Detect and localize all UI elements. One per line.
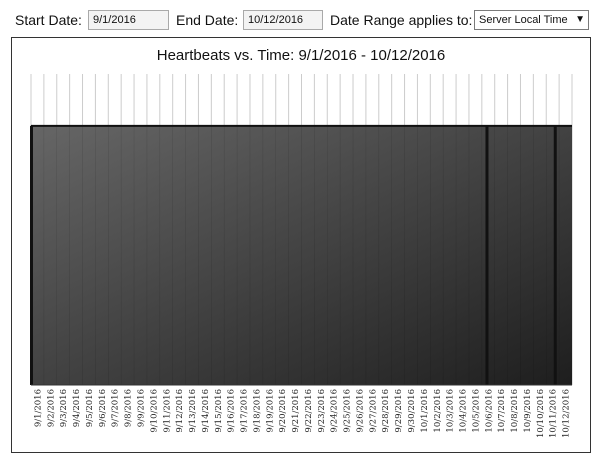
x-tick-label: 9/13/2016 bbox=[188, 389, 198, 433]
x-tick-label: 10/11/2016 bbox=[549, 389, 559, 438]
x-tick-label: 9/8/2016 bbox=[124, 389, 134, 427]
date-range-applies-label: Date Range applies to: bbox=[330, 12, 473, 28]
x-tick-label: 9/20/2016 bbox=[278, 389, 288, 433]
end-date-label: End Date: bbox=[176, 12, 239, 28]
x-tick-label: 9/18/2016 bbox=[252, 389, 262, 433]
x-tick-label: 9/30/2016 bbox=[407, 389, 417, 433]
x-tick-label: 10/9/2016 bbox=[523, 389, 533, 433]
x-tick-label: 10/10/2016 bbox=[536, 389, 546, 438]
heartbeats-chart: Heartbeats vs. Time: 9/1/2016 - 10/12/20… bbox=[11, 37, 591, 453]
date-range-controls: Start Date: 9/1/2016 End Date: 10/12/201… bbox=[0, 0, 595, 36]
x-tick-label: 10/1/2016 bbox=[420, 389, 430, 433]
chart-plot-area: 9/1/2016 9/2/2016 9/3/2016 9/4/2016 9/5/2016… bbox=[30, 74, 573, 438]
start-date-input[interactable]: 9/1/2016 bbox=[88, 10, 169, 30]
x-tick-label: 9/9/2016 bbox=[136, 389, 146, 427]
x-tick-label: 9/4/2016 bbox=[72, 389, 82, 427]
x-tick-label: 9/2/2016 bbox=[46, 389, 56, 427]
x-tick-label: 9/10/2016 bbox=[149, 389, 159, 433]
x-tick-label: 9/29/2016 bbox=[394, 389, 404, 433]
x-tick-label: 9/12/2016 bbox=[175, 389, 185, 433]
x-tick-label: 9/15/2016 bbox=[214, 389, 224, 433]
x-tick-label: 10/8/2016 bbox=[510, 389, 520, 433]
x-tick-label: 10/3/2016 bbox=[446, 389, 456, 433]
bar-series bbox=[30, 125, 573, 386]
date-range-timezone-select[interactable]: Server Local Time ▼ bbox=[474, 10, 589, 30]
x-tick-label: 9/11/2016 bbox=[162, 389, 172, 433]
x-tick-label: 9/27/2016 bbox=[368, 389, 378, 433]
x-tick-label: 10/12/2016 bbox=[562, 389, 572, 438]
x-tick-label: 9/21/2016 bbox=[291, 389, 301, 433]
x-tick-label: 10/6/2016 bbox=[484, 389, 494, 433]
x-tick-label: 9/19/2016 bbox=[265, 389, 275, 433]
x-tick-label: 9/14/2016 bbox=[201, 389, 211, 433]
date-range-timezone-value: Server Local Time bbox=[479, 14, 568, 26]
x-tick-label: 9/16/2016 bbox=[227, 389, 237, 433]
x-tick-label: 9/17/2016 bbox=[240, 389, 250, 433]
x-tick-label: 9/23/2016 bbox=[317, 389, 327, 433]
dropdown-arrow-icon: ▼ bbox=[575, 14, 585, 25]
x-tick-label: 9/28/2016 bbox=[381, 389, 391, 433]
x-tick-label: 9/22/2016 bbox=[304, 389, 314, 433]
x-tick-label: 10/7/2016 bbox=[497, 389, 507, 433]
x-tick-label: 9/1/2016 bbox=[33, 389, 43, 427]
x-tick-label: 9/25/2016 bbox=[343, 389, 353, 433]
x-tick-label: 9/5/2016 bbox=[85, 389, 95, 427]
x-tick-label: 10/5/2016 bbox=[471, 389, 481, 433]
x-tick-label: 9/7/2016 bbox=[111, 389, 121, 427]
x-tick-label: 10/2/2016 bbox=[433, 389, 443, 433]
x-tick-label: 9/26/2016 bbox=[355, 389, 365, 433]
x-tick-label: 9/24/2016 bbox=[330, 389, 340, 433]
x-tick-label: 10/4/2016 bbox=[459, 389, 469, 433]
end-date-input[interactable]: 10/12/2016 bbox=[243, 10, 323, 30]
start-date-label: Start Date: bbox=[15, 12, 82, 28]
x-tick-label: 9/6/2016 bbox=[98, 389, 108, 427]
x-tick-label: 9/3/2016 bbox=[59, 389, 69, 427]
